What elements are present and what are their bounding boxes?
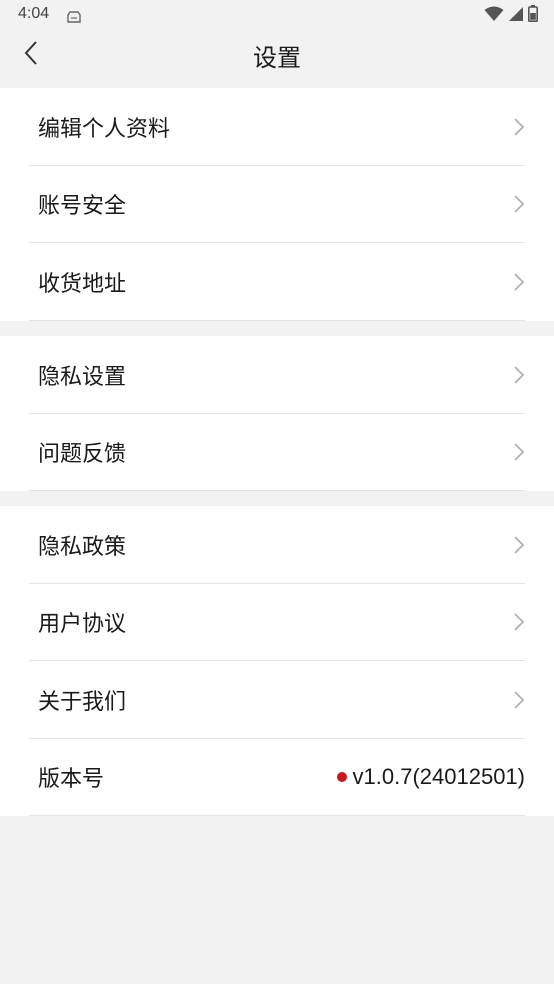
row-user-agreement[interactable]: 用户协议: [0, 584, 554, 661]
chevron-right-icon: [514, 613, 525, 631]
chevron-right-icon: [514, 691, 525, 709]
row-label: 隐私设置: [38, 364, 127, 390]
row-about-us[interactable]: 关于我们: [0, 661, 554, 739]
chevron-right-icon: [514, 443, 525, 461]
settings-section-account: 编辑个人资料 账号安全 收货地址: [0, 88, 554, 321]
row-privacy-settings[interactable]: 隐私设置: [0, 336, 554, 414]
row-label: 编辑个人资料: [38, 116, 171, 142]
row-label: 隐私政策: [38, 534, 127, 560]
chevron-right-icon: [514, 273, 525, 291]
storage-icon: [67, 8, 81, 27]
battery-icon: [528, 5, 538, 26]
row-label: 用户协议: [38, 612, 127, 638]
row-label: 关于我们: [38, 689, 127, 715]
chevron-right-icon: [514, 118, 525, 136]
wifi-icon: [484, 6, 504, 26]
row-shipping-address[interactable]: 收货地址: [0, 243, 554, 321]
row-label: 账号安全: [38, 194, 127, 220]
chevron-right-icon: [514, 366, 525, 384]
version-value: v1.0.7(24012501): [336, 764, 525, 790]
divider: [29, 815, 525, 816]
status-icons: [484, 5, 538, 26]
row-label: 收货地址: [38, 271, 127, 297]
divider: [29, 319, 525, 321]
page-title: 设置: [253, 44, 301, 72]
row-feedback[interactable]: 问题反馈: [0, 414, 554, 491]
status-bar: 4:04: [0, 0, 554, 30]
version-text: v1.0.7(24012501): [352, 764, 525, 790]
chevron-right-icon: [514, 536, 525, 554]
signal-icon: [508, 6, 524, 26]
row-account-security[interactable]: 账号安全: [0, 166, 554, 243]
row-edit-profile[interactable]: 编辑个人资料: [0, 88, 554, 166]
row-label: 问题反馈: [38, 442, 127, 468]
row-version[interactable]: 版本号 v1.0.7(24012501): [0, 739, 554, 816]
status-time: 4:04: [18, 5, 50, 22]
settings-section-about: 隐私政策 用户协议 关于我们 版本号 v1.0.7(24012501): [0, 506, 554, 816]
nav-bar: 设置: [0, 30, 554, 88]
settings-section-privacy: 隐私设置 问题反馈: [0, 336, 554, 491]
row-privacy-policy[interactable]: 隐私政策: [0, 506, 554, 584]
update-dot-icon: [336, 772, 347, 783]
row-label: 版本号: [38, 767, 105, 793]
chevron-right-icon: [514, 195, 525, 213]
divider: [29, 490, 525, 491]
